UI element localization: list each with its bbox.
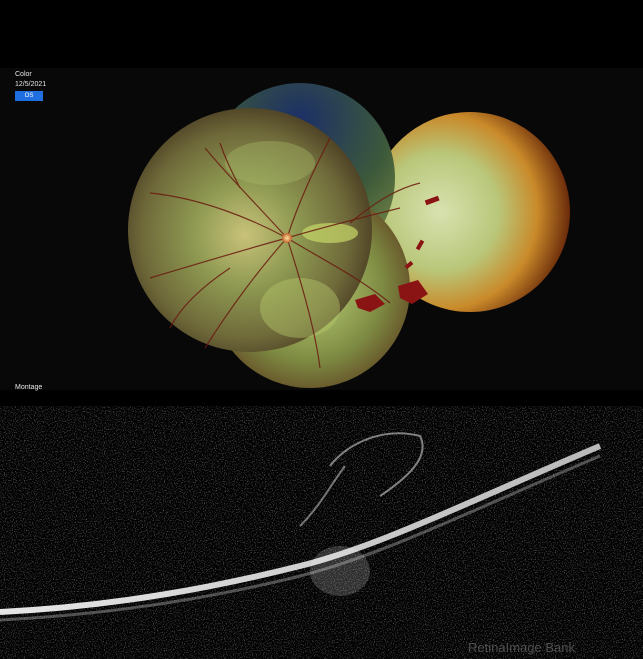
watermark-logo: RetinaImage Bank — [468, 640, 575, 655]
fundus-image-panel — [0, 68, 643, 390]
eye-badge[interactable]: OS — [15, 91, 43, 101]
modality-label: Color — [15, 71, 32, 78]
fundus-montage-image — [128, 83, 570, 388]
oct-scan-panel — [0, 406, 643, 659]
date-label: 12/5/2021 — [15, 81, 47, 88]
oct-scan-image — [0, 406, 643, 659]
montage-label: Montage — [15, 384, 43, 391]
